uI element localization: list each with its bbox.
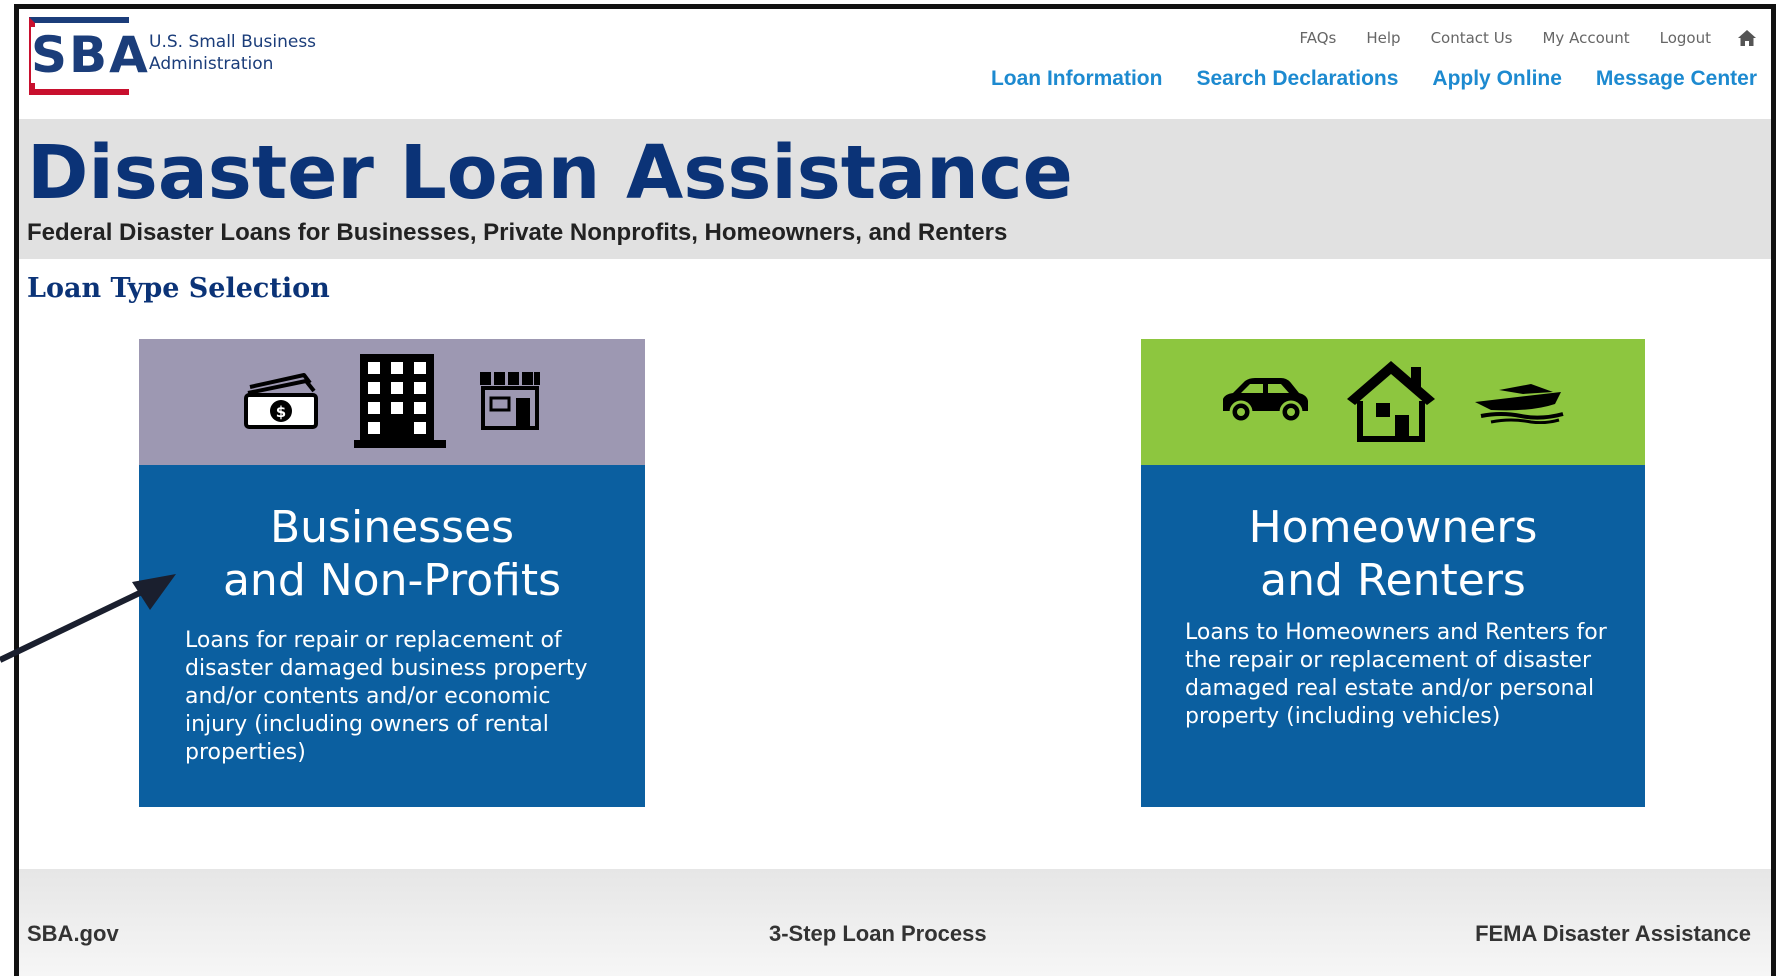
browser-viewport: SBA U.S. Small Business Administration F… <box>14 4 1776 976</box>
business-card-icons: $ <box>139 339 645 465</box>
section-heading: Loan Type Selection <box>27 273 330 304</box>
faqs-link[interactable]: FAQs <box>1299 29 1336 47</box>
homeowner-card-description: Loans to Homeowners and Renters for the … <box>1185 620 1607 729</box>
homeowner-loan-card[interactable]: Homeowners and Renters Loans to Homeowne… <box>1141 339 1645 807</box>
site-header: SBA U.S. Small Business Administration F… <box>19 9 1771 119</box>
help-link[interactable]: Help <box>1366 29 1400 47</box>
nav-search-declarations[interactable]: Search Declarations <box>1196 67 1398 91</box>
homeowner-card-body: Homeowners and Renters Loans to Homeowne… <box>1141 465 1645 807</box>
page-subtitle: Federal Disaster Loans for Businesses, P… <box>27 219 1008 246</box>
footer-fema-link[interactable]: FEMA Disaster Assistance <box>1475 921 1751 947</box>
contact-us-link[interactable]: Contact Us <box>1431 29 1513 47</box>
office-building-icon <box>354 352 446 453</box>
sba-logo[interactable]: SBA <box>29 17 151 95</box>
boat-icon <box>1471 376 1567 429</box>
business-card-body: Businesses and Non-Profits Loans for rep… <box>139 465 645 807</box>
svg-text:$: $ <box>276 403 286 421</box>
utility-nav: FAQs Help Contact Us My Account Logout <box>1269 29 1757 47</box>
annotation-arrow-icon <box>0 574 176 663</box>
business-card-description: Loans for repair or replacement of disas… <box>185 628 588 765</box>
storefront-icon <box>478 370 542 435</box>
house-icon <box>1343 357 1439 448</box>
homeowner-card-title-line1: Homeowners <box>1248 502 1538 553</box>
business-card-title: Businesses and Non-Profits <box>139 465 645 607</box>
agency-name-line1: U.S. Small Business <box>149 32 317 52</box>
page-title: Disaster Loan Assistance <box>27 130 1073 216</box>
home-icon[interactable] <box>1737 29 1757 47</box>
agency-name: U.S. Small Business Administration <box>149 31 349 75</box>
title-band: Disaster Loan Assistance Federal Disaste… <box>19 119 1771 259</box>
agency-name-line2: Administration <box>149 54 274 74</box>
homeowner-card-icons <box>1141 339 1645 465</box>
nav-loan-information[interactable]: Loan Information <box>991 67 1163 91</box>
business-card-title-line1: Businesses <box>269 502 515 553</box>
sba-logo-text: SBA <box>31 26 151 84</box>
footer-3-step-process-link[interactable]: 3-Step Loan Process <box>769 921 987 947</box>
logout-link[interactable]: Logout <box>1660 29 1711 47</box>
footer-sba-gov-link[interactable]: SBA.gov <box>27 921 119 947</box>
business-loan-card[interactable]: $ Businesses and Non-Profits Loans for r… <box>139 339 645 807</box>
homeowner-card-title: Homeowners and Renters <box>1141 465 1645 607</box>
business-card-title-line2: and Non-Profits <box>222 555 562 606</box>
money-icon: $ <box>242 369 322 436</box>
car-icon <box>1219 375 1311 430</box>
site-footer: SBA.gov 3-Step Loan Process FEMA Disaste… <box>19 869 1771 976</box>
nav-message-center[interactable]: Message Center <box>1596 67 1757 91</box>
nav-apply-online[interactable]: Apply Online <box>1432 67 1562 91</box>
homeowner-card-title-line2: and Renters <box>1260 555 1526 606</box>
my-account-link[interactable]: My Account <box>1542 29 1629 47</box>
main-nav: Loan Information Search Declarations App… <box>957 67 1757 91</box>
